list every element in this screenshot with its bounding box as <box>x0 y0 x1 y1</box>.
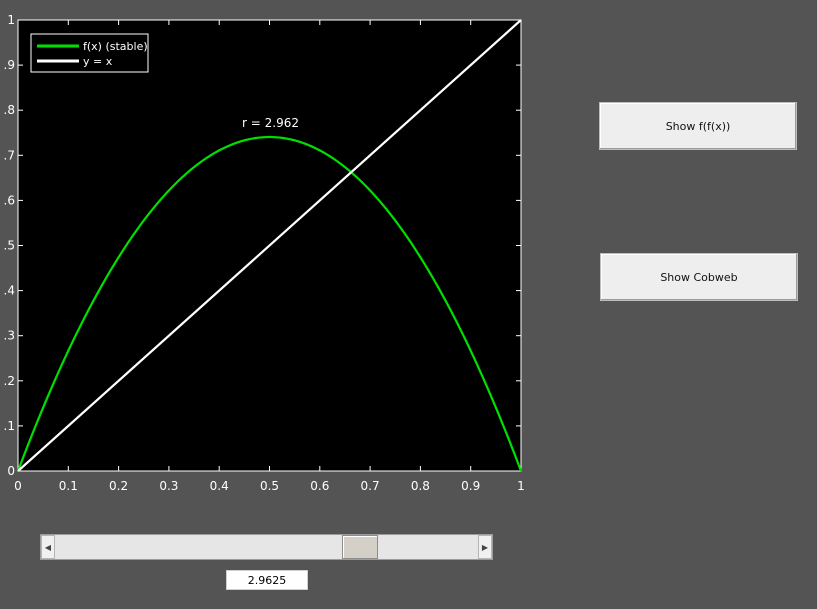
y-tick-label: 0 <box>7 464 15 478</box>
show-cobweb-button[interactable]: Show Cobweb <box>600 253 798 301</box>
legend-label: y = x <box>83 55 113 68</box>
y-tick-label: .3 <box>4 329 15 343</box>
x-tick-label: 1 <box>517 479 525 493</box>
x-tick-label: 0.4 <box>210 479 229 493</box>
y-tick-label: .4 <box>4 284 15 298</box>
show-ffx-button[interactable]: Show f(f(x)) <box>599 102 797 150</box>
y-tick-label: .1 <box>4 419 15 433</box>
x-tick-label: 0.5 <box>260 479 279 493</box>
r-annotation: r = 2.962 <box>242 116 299 130</box>
x-tick-label: 0.8 <box>411 479 430 493</box>
y-tick-label: .7 <box>4 148 15 162</box>
y-tick-label: 1 <box>7 13 15 27</box>
x-tick-label: 0.2 <box>109 479 128 493</box>
y-tick-label: .2 <box>4 374 15 388</box>
x-tick-label: 0.6 <box>310 479 329 493</box>
slider-thumb[interactable] <box>341 535 378 559</box>
y-tick-label: .6 <box>4 193 15 207</box>
x-tick-label: 0 <box>14 479 22 493</box>
legend-label: f(x) (stable) <box>83 40 148 53</box>
r-slider[interactable]: ◀ ▶ <box>40 534 493 560</box>
y-tick-label: .5 <box>4 239 15 253</box>
x-tick-label: 0.3 <box>159 479 178 493</box>
r-value-field: 2.9625 <box>226 570 308 590</box>
x-tick-label: 0.9 <box>461 479 480 493</box>
slider-right-arrow-icon[interactable]: ▶ <box>478 535 492 559</box>
plot-canvas: 0 0.1 0.2 0.3 0.4 0.5 0.6 0.7 0.8 0.9 10.1.2.3.4.5… <box>4 13 525 493</box>
x-tick-label: 0.7 <box>361 479 380 493</box>
y-tick-label: .8 <box>4 103 15 117</box>
slider-left-arrow-icon[interactable]: ◀ <box>41 535 55 559</box>
x-tick-label: 0.1 <box>59 479 78 493</box>
y-tick-label: .9 <box>4 58 15 72</box>
